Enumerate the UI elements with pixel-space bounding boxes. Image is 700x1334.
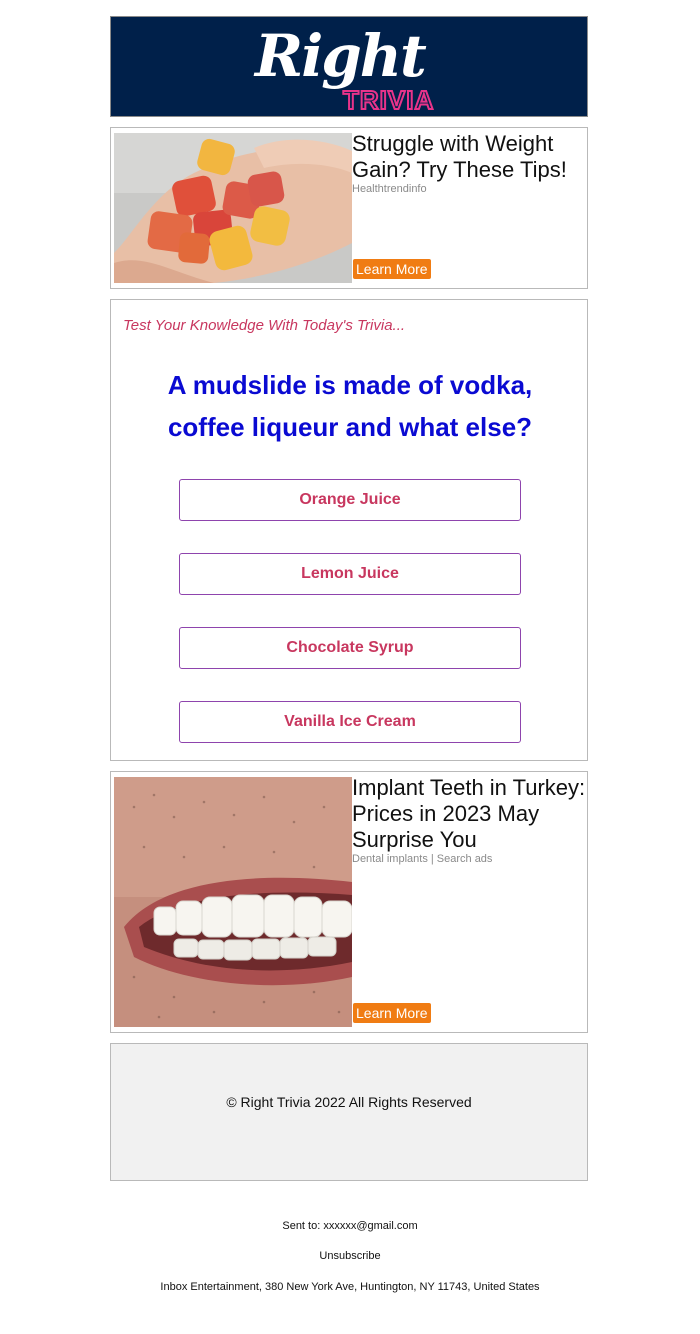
ad-image-gummies[interactable]	[114, 133, 352, 283]
ad-card-dental-implants[interactable]: Implant Teeth in Turkey: Prices in 2023 …	[110, 771, 588, 1033]
ad-source: Healthtrendinfo	[352, 183, 427, 195]
answer-option-orange-juice[interactable]: Orange Juice	[179, 479, 521, 521]
sent-to-email[interactable]: xxxxxx@gmail.com	[323, 1220, 417, 1232]
copyright-text: © Right Trivia 2022 All Rights Reserved	[226, 1094, 472, 1110]
sent-to-label: Sent to:	[282, 1220, 324, 1232]
trivia-card: Test Your Knowledge With Today's Trivia.…	[110, 299, 588, 761]
logo-trivia-text: TRIVIA	[342, 85, 435, 115]
email-page: Right TRIVIA Struggle with Weight Gain? …	[0, 0, 700, 1334]
header-banner[interactable]: Right TRIVIA	[110, 16, 588, 117]
ad-title[interactable]: Implant Teeth in Turkey: Prices in 2023 …	[352, 775, 588, 853]
learn-more-button[interactable]: Learn More	[353, 1003, 431, 1023]
logo-script-text: Right	[255, 22, 427, 90]
answer-option-vanilla-ice-cream[interactable]: Vanilla Ice Cream	[179, 701, 521, 743]
learn-more-button[interactable]: Learn More	[353, 259, 431, 279]
company-address: Inbox Entertainment, 380 New York Ave, H…	[160, 1281, 540, 1293]
sent-to-line: Sent to: xxxxxx@gmail.com	[0, 1220, 700, 1232]
footer-copyright-box: © Right Trivia 2022 All Rights Reserved	[110, 1043, 588, 1181]
ad-source: Dental implants | Search ads	[352, 853, 493, 865]
ad-title[interactable]: Struggle with Weight Gain? Try These Tip…	[352, 131, 588, 183]
teeth-photo-illustration	[114, 777, 352, 1027]
answer-option-chocolate-syrup[interactable]: Chocolate Syrup	[179, 627, 521, 669]
unsubscribe-link[interactable]: Unsubscribe	[0, 1250, 700, 1262]
gummies-photo-illustration	[114, 133, 352, 283]
right-trivia-logo[interactable]: Right TRIVIA	[251, 25, 451, 115]
trivia-intro: Test Your Knowledge With Today's Trivia.…	[123, 317, 406, 334]
ad-card-weight-gain[interactable]: Struggle with Weight Gain? Try These Tip…	[110, 127, 588, 289]
ad-image-teeth[interactable]	[114, 777, 352, 1027]
answer-option-lemon-juice[interactable]: Lemon Juice	[179, 553, 521, 595]
trivia-question: A mudslide is made of vodka, coffee liqu…	[167, 370, 533, 442]
